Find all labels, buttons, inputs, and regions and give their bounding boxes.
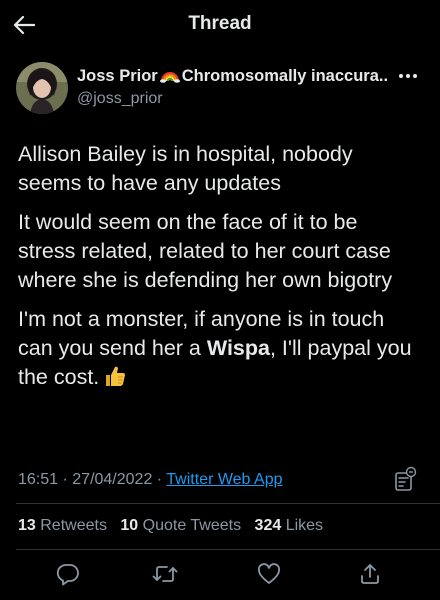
tweet-author: Joss Prior Chromosomally inaccura... @jo… (16, 62, 424, 114)
author-name-row[interactable]: Joss Prior Chromosomally inaccura... (77, 66, 387, 86)
like-button[interactable] (253, 558, 285, 590)
more-button[interactable] (394, 65, 422, 87)
reply-button[interactable] (52, 558, 84, 590)
analytics-icon (395, 466, 417, 491)
retweets-count: 13 (18, 517, 36, 534)
tweet-meta: 16:51 · 27/04/2022 · Twitter Web App (18, 470, 282, 490)
analytics-button[interactable] (393, 466, 417, 492)
likes-label: Likes (285, 517, 324, 534)
more-icon (399, 74, 417, 78)
likes-stat[interactable]: 324 Likes (255, 517, 324, 534)
tweet-date[interactable]: 27/04/2022 (72, 471, 152, 488)
meta-separator: · (152, 471, 167, 488)
tweet-text: Allison Bailey is in hospital, nobody se… (18, 140, 418, 402)
author-display-suffix: Chromosomally inaccura... (181, 67, 387, 85)
divider (16, 549, 440, 550)
rainbow-emoji (159, 72, 180, 83)
tweet-paragraph-2: It would seem on the face of it to be st… (18, 210, 393, 292)
divider (16, 503, 440, 504)
author-handle[interactable]: @joss_prior (77, 89, 163, 109)
tweet-paragraph-3: I'm not a monster, if anyone is in touch… (18, 305, 418, 392)
reply-icon (56, 564, 79, 586)
retweet-icon (152, 566, 178, 582)
tweet-bold-word: Wispa (206, 336, 270, 360)
retweets-stat[interactable]: 13 Retweets (18, 517, 107, 534)
retweets-label: Retweets (40, 517, 107, 534)
page-title: Thread (188, 13, 252, 34)
retweet-button[interactable] (149, 558, 181, 590)
likes-count: 324 (254, 517, 282, 534)
action-bar (0, 558, 440, 594)
tweet-stats: 13 Retweets 10 Quote Tweets 324 Likes (18, 516, 332, 536)
share-button[interactable] (354, 558, 386, 590)
avatar-image (16, 62, 68, 114)
tweet-source-link[interactable]: Twitter Web App (166, 471, 282, 488)
like-icon (257, 563, 281, 584)
author-name: Joss Prior (77, 67, 158, 85)
thumbs-up-emoji (106, 366, 126, 386)
quote-tweets-count: 10 (120, 517, 139, 534)
tweet-paragraph-1: Allison Bailey is in hospital, nobody se… (18, 142, 353, 195)
quote-tweets-label: Quote Tweets (142, 517, 242, 534)
avatar[interactable] (16, 62, 68, 114)
quote-tweets-stat[interactable]: 10 Quote Tweets (120, 517, 241, 534)
tweet-time[interactable]: 16:51 (18, 471, 58, 488)
meta-separator: · (58, 471, 73, 488)
top-bar: Thread (0, 0, 440, 50)
share-icon (361, 564, 379, 584)
